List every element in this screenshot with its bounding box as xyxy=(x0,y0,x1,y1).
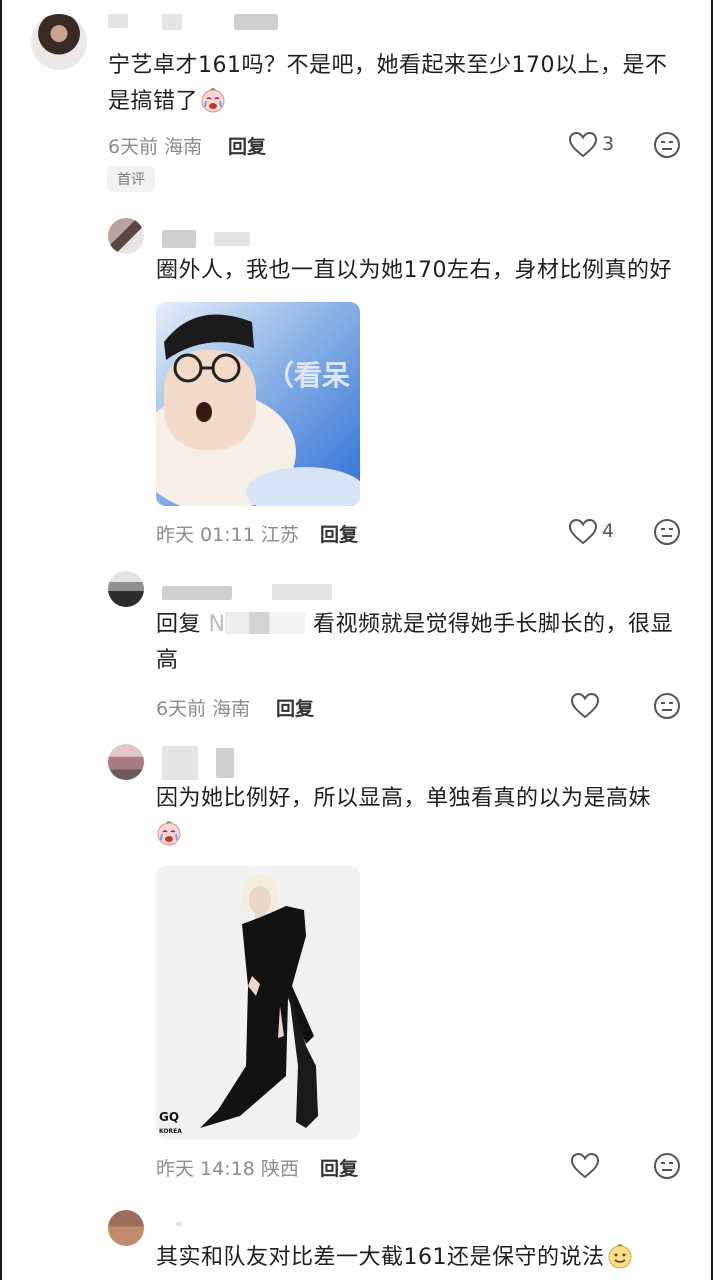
like-count: 4 xyxy=(602,520,615,542)
watermark-text: GQ xyxy=(159,1110,180,1124)
reply-prefix: 回复 xyxy=(156,612,202,637)
comment-text: 因为她比例好，所以显高，单独看真的以为是高妹 xyxy=(156,781,651,853)
comment-time: 昨天 01:11 江苏 xyxy=(156,520,299,547)
neutral-face-icon[interactable] xyxy=(652,130,682,160)
avatar[interactable] xyxy=(108,218,144,254)
meme-overlay-text: （看呆 xyxy=(266,359,351,392)
reply-button[interactable]: 回复 xyxy=(320,1154,358,1181)
comment-text: 圈外人，我也一直以为她170左右，身材比例真的好 xyxy=(156,258,672,283)
comment-line: 因为她比例好，所以显高，单独看真的以为是高妹 xyxy=(156,786,652,811)
heart-outline-icon[interactable] xyxy=(568,130,598,160)
username-blurred xyxy=(272,584,332,600)
meme-illustration xyxy=(156,314,360,506)
comment-line: 看视频就是觉得她手长脚长的，很显 xyxy=(312,612,673,637)
gq-watermark: GQ KOREA xyxy=(159,1111,182,1138)
comment-time: 昨天 14:18 陕西 xyxy=(156,1154,299,1181)
meme-image[interactable]: （看呆 xyxy=(156,302,360,506)
first-comment-badge: 首评 xyxy=(107,166,155,192)
crying-face-emoji xyxy=(157,821,181,846)
username-blurred[interactable] xyxy=(176,1222,182,1226)
smiling-face-emoji xyxy=(608,1244,631,1269)
username-blurred[interactable] xyxy=(108,14,128,28)
reply-button[interactable]: 回复 xyxy=(320,520,358,547)
avatar[interactable] xyxy=(108,1210,144,1246)
photo-image[interactable]: GQ KOREA xyxy=(156,866,360,1139)
time-label: 6天前 xyxy=(156,698,207,720)
username-blurred[interactable] xyxy=(162,230,196,248)
heart-outline-icon[interactable] xyxy=(570,691,600,721)
username-blurred xyxy=(214,232,250,246)
location-label: 陕西 xyxy=(260,1158,299,1180)
comment-text: 其实和队友对比差一大截161还是保守的说法 xyxy=(156,1240,633,1276)
comment-text: 回复 N 看视频就是觉得她手长脚长的，很显 高 xyxy=(156,607,673,679)
time-label: 昨天 14:18 xyxy=(156,1158,255,1180)
username-blurred xyxy=(234,14,278,30)
neutral-face-icon[interactable] xyxy=(652,691,682,721)
comment-time: 6天前 海南 xyxy=(108,132,202,159)
location-label: 海南 xyxy=(212,698,251,720)
avatar[interactable] xyxy=(108,571,144,607)
watermark-subtext: KOREA xyxy=(159,1128,182,1135)
time-label: 6天前 xyxy=(108,136,159,158)
comment-time: 6天前 海南 xyxy=(156,694,250,721)
neutral-face-icon[interactable] xyxy=(652,517,682,547)
time-label: 昨天 01:11 xyxy=(156,524,255,546)
comment-line: 是搞错了 xyxy=(108,89,199,114)
username-blurred[interactable] xyxy=(162,746,198,780)
comment-thread: 宁艺卓才161吗？不是吧，她看起来至少170以上，是不 是搞错了 6天前 海南 … xyxy=(0,0,713,1280)
avatar[interactable] xyxy=(31,14,87,70)
heart-outline-icon[interactable] xyxy=(570,1151,600,1181)
username-blurred xyxy=(216,748,234,778)
comment-text: 宁艺卓才161吗？不是吧，她看起来至少170以上，是不 是搞错了 xyxy=(108,48,667,120)
location-label: 海南 xyxy=(164,136,203,158)
location-label: 江苏 xyxy=(260,524,299,546)
heart-outline-icon[interactable] xyxy=(568,517,598,547)
comment-line: 宁艺卓才161吗？不是吧，她看起来至少170以上，是不 xyxy=(108,53,668,78)
reply-button[interactable]: 回复 xyxy=(276,694,314,721)
reply-button[interactable]: 回复 xyxy=(228,132,266,159)
comment-line: 其实和队友对比差一大截161还是保守的说法 xyxy=(156,1245,605,1270)
crying-face-emoji xyxy=(201,88,225,113)
like-count: 3 xyxy=(602,133,615,155)
fashion-photo xyxy=(156,866,360,1139)
avatar[interactable] xyxy=(108,744,144,780)
username-blurred xyxy=(162,14,182,30)
comment-line: 高 xyxy=(156,648,179,673)
reply-target-username[interactable]: N xyxy=(209,612,226,637)
username-blurred[interactable] xyxy=(162,586,232,600)
username-blurred xyxy=(225,612,306,634)
neutral-face-icon[interactable] xyxy=(652,1151,682,1181)
